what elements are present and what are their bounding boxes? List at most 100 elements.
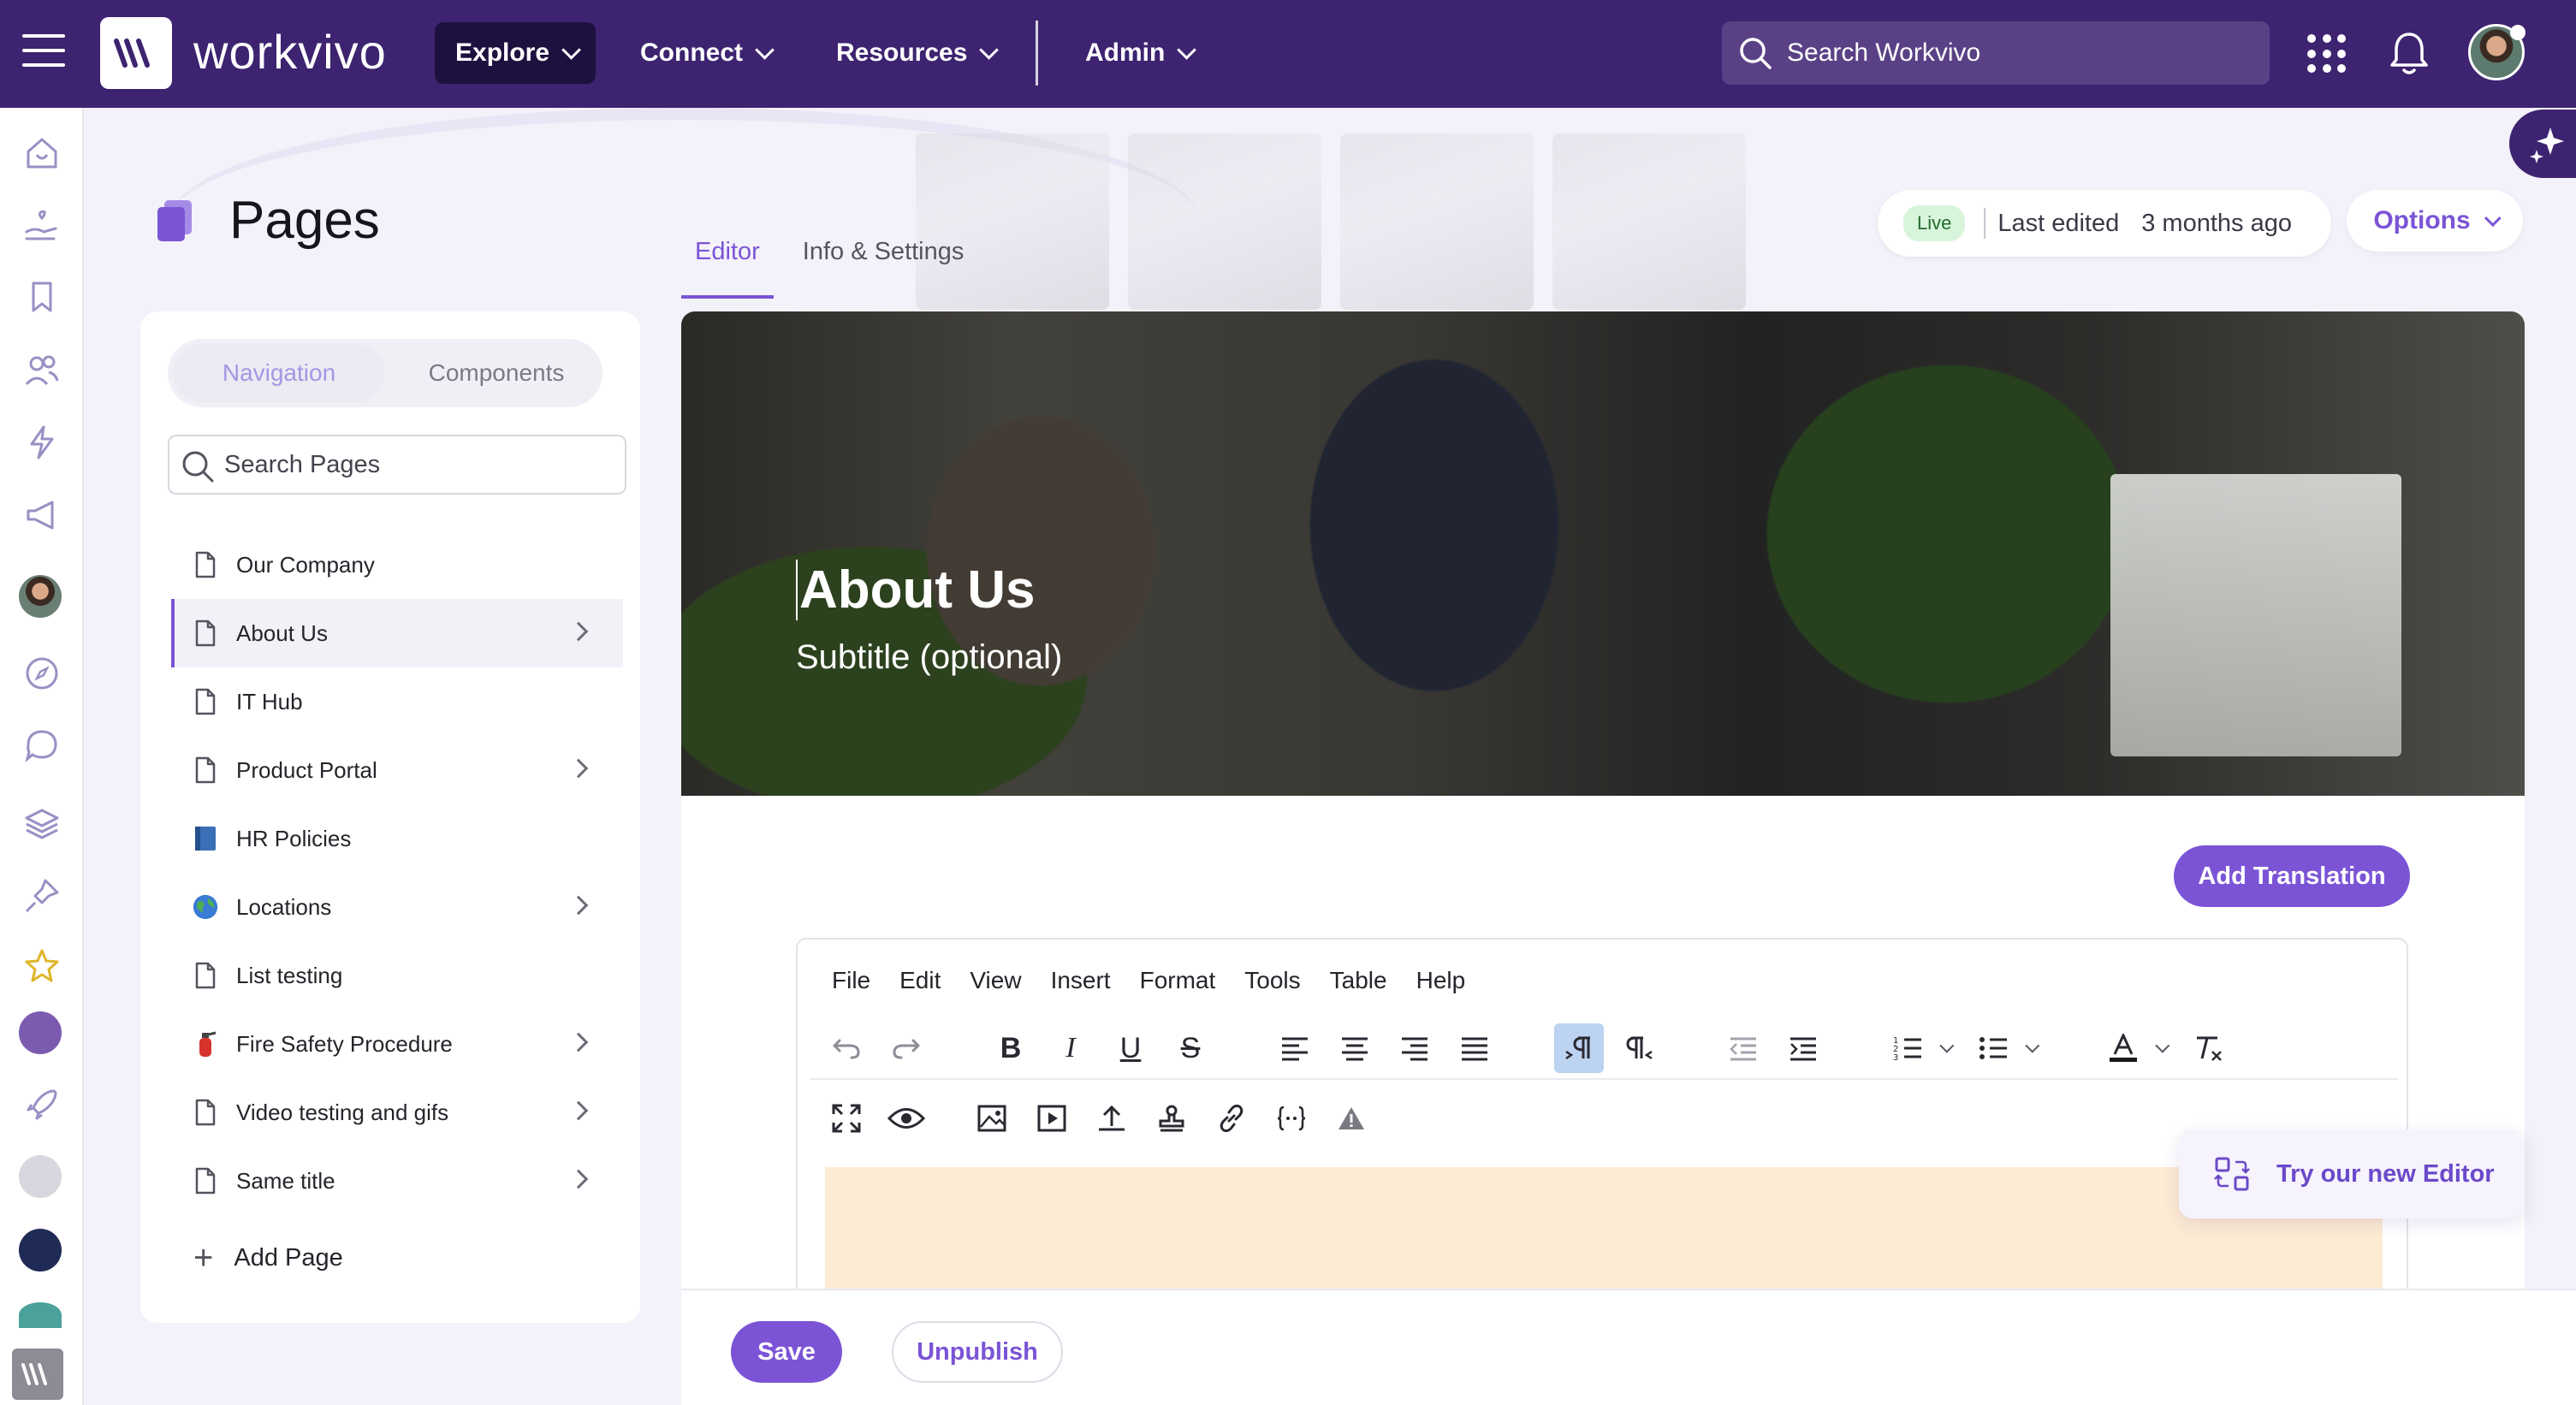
app-rocket-avatar-icon[interactable]: [19, 1155, 62, 1198]
add-translation-button[interactable]: Add Translation: [2174, 845, 2410, 907]
app-teal-avatar-icon[interactable]: [19, 1302, 62, 1328]
app-brand-avatar-icon[interactable]: [19, 1229, 62, 1272]
chevron-right-icon[interactable]: [568, 758, 589, 779]
page-item-video-testing[interactable]: Video testing and gifs: [171, 1078, 623, 1147]
rocket-icon[interactable]: [21, 1083, 63, 1126]
chevron-down-icon[interactable]: [2155, 1038, 2170, 1053]
workvivo-app-icon[interactable]: [12, 1349, 63, 1400]
chevron-right-icon[interactable]: [568, 1100, 589, 1121]
plus-icon: +: [193, 1239, 214, 1277]
upload-icon[interactable]: [1087, 1094, 1137, 1143]
text-color-icon[interactable]: [2098, 1023, 2148, 1073]
numbered-list-icon[interactable]: 123: [1883, 1023, 1932, 1073]
hamburger-menu-icon[interactable]: [22, 34, 65, 72]
menu-file[interactable]: File: [832, 967, 870, 994]
chat-icon[interactable]: [21, 724, 63, 767]
bullet-list-icon[interactable]: [1968, 1023, 2018, 1073]
ltr-paragraph-icon[interactable]: [1554, 1023, 1604, 1073]
page-item-product-portal[interactable]: Product Portal: [171, 736, 623, 804]
nav-admin[interactable]: Admin: [1065, 22, 1211, 84]
redo-icon[interactable]: [881, 1023, 931, 1073]
segment-navigation[interactable]: Navigation: [173, 344, 385, 402]
ai-sparkle-button[interactable]: [2509, 110, 2576, 178]
page-item-same-title[interactable]: Same title: [171, 1147, 623, 1215]
banner-subtitle-input[interactable]: Subtitle (optional): [796, 638, 1062, 677]
chevron-right-icon[interactable]: [568, 895, 589, 916]
menu-insert[interactable]: Insert: [1051, 967, 1111, 994]
nav-explore[interactable]: Explore: [435, 22, 597, 84]
italic-icon[interactable]: I: [1046, 1023, 1095, 1073]
bold-icon[interactable]: B: [986, 1023, 1036, 1073]
page-item-it-hub[interactable]: IT Hub: [171, 667, 623, 736]
chevron-right-icon[interactable]: [568, 1169, 589, 1189]
indent-icon[interactable]: [1778, 1023, 1828, 1073]
menu-format[interactable]: Format: [1140, 967, 1216, 994]
stamp-icon[interactable]: [1147, 1094, 1196, 1143]
banner-title-input[interactable]: About Us: [796, 560, 1036, 620]
nav-connect[interactable]: Connect: [620, 22, 789, 84]
insert-image-icon[interactable]: [967, 1094, 1017, 1143]
decorative-photo-strip: [916, 133, 1746, 310]
page-item-locations[interactable]: Locations: [171, 873, 623, 941]
chevron-down-icon[interactable]: [2025, 1038, 2040, 1053]
menu-tools[interactable]: Tools: [1244, 967, 1300, 994]
bookmark-icon[interactable]: [21, 276, 63, 318]
apps-grid-icon[interactable]: [2307, 34, 2347, 74]
user-avatar[interactable]: [2468, 24, 2526, 80]
align-left-icon[interactable]: [1270, 1023, 1320, 1073]
undo-icon[interactable]: [822, 1023, 871, 1073]
compass-icon[interactable]: [21, 652, 63, 695]
global-search-input[interactable]: Search Workvivo: [1722, 21, 2270, 85]
menu-view[interactable]: View: [970, 967, 1021, 994]
pin-icon[interactable]: [21, 874, 63, 917]
menu-help[interactable]: Help: [1416, 967, 1466, 994]
people-icon[interactable]: [21, 349, 63, 392]
page-item-fire-safety[interactable]: Fire Safety Procedure: [171, 1010, 623, 1078]
segment-components[interactable]: Components: [390, 339, 602, 407]
page-item-about-us[interactable]: About Us: [171, 599, 623, 667]
editor-tabs: Editor Info & Settings: [681, 224, 993, 299]
megaphone-icon[interactable]: [21, 493, 63, 536]
profile-avatar-icon[interactable]: [19, 575, 62, 618]
search-pages-placeholder: Search Pages: [224, 450, 381, 478]
warning-icon[interactable]: [1327, 1094, 1376, 1143]
workvivo-logo-icon[interactable]: [100, 17, 172, 89]
nav-resources[interactable]: Resources: [816, 22, 1013, 84]
recognition-icon[interactable]: [21, 204, 63, 246]
try-new-editor-button[interactable]: Try our new Editor: [2179, 1129, 2525, 1218]
link-icon[interactable]: [1207, 1094, 1256, 1143]
align-justify-icon[interactable]: [1450, 1023, 1499, 1073]
unpublish-button[interactable]: Unpublish: [892, 1321, 1063, 1383]
space-avatar-icon[interactable]: [19, 1011, 62, 1054]
layers-icon[interactable]: [21, 803, 63, 845]
rtl-paragraph-icon[interactable]: [1614, 1023, 1664, 1073]
page-item-list-testing[interactable]: List testing: [171, 941, 623, 1010]
outdent-icon[interactable]: [1718, 1023, 1768, 1073]
home-icon[interactable]: [21, 132, 63, 175]
page-item-hr-policies[interactable]: HR Policies: [171, 804, 623, 873]
activity-bolt-icon[interactable]: [21, 421, 63, 464]
underline-icon[interactable]: U: [1106, 1023, 1155, 1073]
options-dropdown-button[interactable]: Options: [2347, 190, 2523, 252]
chevron-right-icon[interactable]: [568, 1032, 589, 1052]
clear-formatting-icon[interactable]: [2184, 1023, 2234, 1073]
star-icon[interactable]: [21, 945, 63, 987]
menu-table[interactable]: Table: [1330, 967, 1387, 994]
align-right-icon[interactable]: [1390, 1023, 1439, 1073]
insert-video-icon[interactable]: [1027, 1094, 1077, 1143]
chevron-down-icon[interactable]: [1939, 1038, 1955, 1053]
page-item-our-company[interactable]: Our Company: [171, 531, 623, 599]
align-center-icon[interactable]: [1330, 1023, 1380, 1073]
fullscreen-icon[interactable]: [822, 1094, 871, 1143]
tab-editor[interactable]: Editor: [681, 224, 774, 299]
search-pages-input[interactable]: Search Pages: [168, 435, 626, 495]
chevron-right-icon[interactable]: [568, 621, 589, 642]
notifications-bell-icon[interactable]: [2388, 29, 2431, 81]
save-button[interactable]: Save: [731, 1321, 842, 1383]
add-page-button[interactable]: + Add Page: [193, 1241, 343, 1275]
preview-eye-icon[interactable]: [881, 1094, 931, 1143]
strikethrough-icon[interactable]: S: [1166, 1023, 1215, 1073]
code-variable-icon[interactable]: [1267, 1094, 1316, 1143]
menu-edit[interactable]: Edit: [899, 967, 941, 994]
tab-info-settings[interactable]: Info & Settings: [789, 224, 978, 299]
